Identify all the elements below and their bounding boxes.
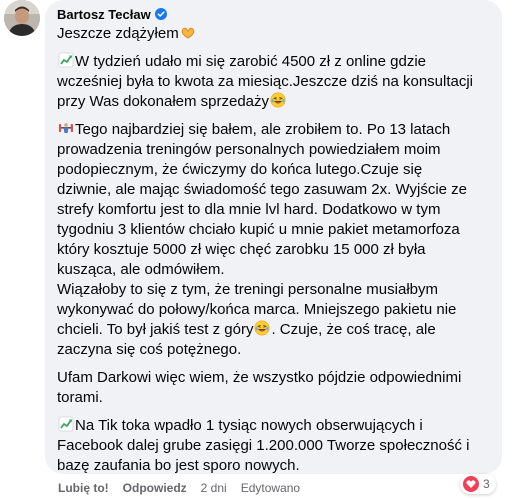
comment-line-text: tygodniu 3 klientów chciało kupić u mnie…	[57, 221, 460, 238]
avatar[interactable]	[4, 0, 40, 36]
comment-line-text: W tydzień udało mi się zarobić 4500 zł z…	[75, 53, 427, 70]
timestamp-link[interactable]: 2 dni	[201, 481, 227, 495]
edited-label[interactable]: Edytowano	[241, 481, 300, 495]
comment-line: torami.	[57, 388, 490, 408]
heart-hands-icon	[180, 24, 196, 40]
avatar-photo	[4, 0, 40, 36]
comment-line-text: kusząca, ale odmówiłem.	[57, 261, 225, 278]
comment-line: który kosztuje 5000 zł więc chęć zarobku…	[57, 240, 490, 260]
comment-paragraph: Ufam Darkowi więc wiem, że wszystko pójd…	[57, 368, 490, 408]
chart-increasing-icon	[58, 52, 74, 68]
comment-line: zaczyna się coś potężnego.	[57, 340, 490, 360]
comment-text: Jeszcze zdążyłem W tydzień udało mi się z…	[57, 24, 490, 476]
comment-line: wcześniej była to kwota za miesiąc.Jeszc…	[57, 72, 490, 92]
comment-line-text: który kosztuje 5000 zł więc chęć zarobku…	[57, 241, 426, 258]
verified-badge-icon	[154, 8, 167, 20]
comment-line-text: Tego najbardziej się bałem, ale zrobiłem…	[75, 121, 451, 138]
comment-line-text: dziwnie, ale mając świadomość tego zasuw…	[57, 181, 468, 198]
comment-paragraph: Jeszcze zdążyłem	[57, 24, 490, 44]
comment-bubble: Bartosz Tecław Jeszcze zdążyłem W tydzień…	[45, 0, 502, 474]
comment-line-text: Na Tik toka wpadło 1 tysiąc nowych obser…	[75, 417, 423, 434]
comment-line: podopiecznym, że ćwiczymy do końca luteg…	[57, 160, 490, 180]
comment-line: Wiązałoby to się z tym, że treningi pers…	[57, 280, 490, 300]
comment-paragraph: W tydzień udało mi się zarobić 4500 zł z…	[57, 52, 490, 112]
comment-line-text: wcześniej była to kwota za miesiąc.Jeszc…	[57, 73, 474, 90]
like-button[interactable]: Lubię to!	[58, 481, 109, 495]
heart-icon	[463, 476, 479, 492]
comment-line: Tego najbardziej się bałem, ale zrobiłem…	[57, 120, 490, 140]
reaction-count: 3	[483, 477, 490, 491]
comment-line: W tydzień udało mi się zarobić 4500 zł z…	[57, 52, 490, 72]
comment-line-text: podopiecznym, że ćwiczymy do końca luteg…	[57, 161, 423, 178]
comment-line: kusząca, ale odmówiłem.	[57, 260, 490, 280]
reply-button[interactable]: Odpowiedz	[123, 481, 187, 495]
comment-line-text: przy Was dokonałem sprzedaży	[57, 93, 270, 110]
comment-line-text: zaczyna się coś potężnego.	[57, 341, 242, 358]
comment-line: tygodniu 3 klientów chciało kupić u mnie…	[57, 220, 490, 240]
comment-line-text: prowadzenia treningów personalnych powie…	[57, 141, 441, 158]
comment-line: wykonywać do połowy/końca marca. Mniejsz…	[57, 300, 490, 320]
comment-line-text: strefy komfortu jest to dla mnie lvl har…	[57, 201, 441, 218]
comment-actions: Lubię to! Odpowiedz 2 dni Edytowano	[58, 481, 300, 495]
comment-line: bazę zaufania bo jest sporo nowych.	[57, 456, 490, 476]
author-name[interactable]: Bartosz Tecław	[57, 7, 151, 22]
laughing-icon	[270, 92, 286, 108]
comment-line: Facebook dalej grube zasięgi 1.200.000 T…	[57, 436, 490, 456]
chart-increasing-icon	[58, 416, 74, 432]
comment-line-text: Jeszcze zdążyłem	[57, 25, 179, 42]
comment-line-text: torami.	[57, 389, 103, 406]
comment-line: Jeszcze zdążyłem	[57, 24, 490, 44]
comment-paragraph: Na Tik toka wpadło 1 tysiąc nowych obser…	[57, 416, 490, 476]
comment-paragraph: Tego najbardziej się bałem, ale zrobiłem…	[57, 120, 490, 360]
comment-line-text: chcieli. To był jakiś test z góry	[57, 321, 254, 338]
comment-line-text: . Czuje, że coś tracę, ale	[271, 321, 436, 338]
comment-line-text: bazę zaufania bo jest sporo nowych.	[57, 457, 300, 474]
comment-line: przy Was dokonałem sprzedaży	[57, 92, 490, 112]
comment-line: Ufam Darkowi więc wiem, że wszystko pójd…	[57, 368, 490, 388]
comment-line-text: Wiązałoby to się z tym, że treningi pers…	[57, 281, 438, 298]
laughing-icon	[254, 320, 270, 336]
comment-line: dziwnie, ale mając świadomość tego zasuw…	[57, 180, 490, 200]
comment-line: chcieli. To był jakiś test z góry . Czuje…	[57, 320, 490, 340]
comment-line: strefy komfortu jest to dla mnie lvl har…	[57, 200, 490, 220]
comment-line-text: Ufam Darkowi więc wiem, że wszystko pójd…	[57, 369, 462, 386]
reactions-badge[interactable]: 3	[460, 474, 496, 494]
comment-line-text: wykonywać do połowy/końca marca. Mniejsz…	[57, 301, 457, 318]
weight-lifter-icon	[58, 120, 74, 136]
comment-line: Na Tik toka wpadło 1 tysiąc nowych obser…	[57, 416, 490, 436]
comment-line-text: Facebook dalej grube zasięgi 1.200.000 T…	[57, 437, 470, 454]
comment: Bartosz Tecław Jeszcze zdążyłem W tydzień…	[0, 0, 516, 500]
comment-line: prowadzenia treningów personalnych powie…	[57, 140, 490, 160]
